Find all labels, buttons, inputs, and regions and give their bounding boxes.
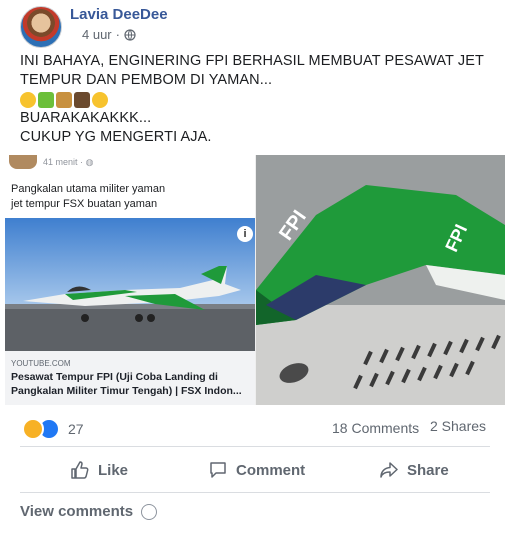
reaction-count: 27 [68, 421, 84, 437]
post-line: INI BAHAYA, ENGINERING FPI BERHASIL MEMB… [20, 53, 484, 69]
emoji-row [20, 90, 500, 109]
post-meta: 4 uur · [82, 27, 136, 42]
comments-count-link[interactable]: 18 Comments [332, 420, 419, 436]
shared-text-line: Pangkalan utama militer yaman [11, 183, 166, 195]
comment-button[interactable]: Comment [208, 458, 305, 482]
link-domain: YOUTUBE.COM [11, 359, 71, 368]
post-line: TEMPUR DAN PEMBOM DI YAMAN... [20, 72, 273, 88]
divider [20, 492, 490, 493]
divider [20, 446, 490, 447]
post-line: BUARAKAKAKKK... [20, 110, 152, 126]
link-preview[interactable]: YOUTUBE.COM Pesawat Tempur FPI (Uji Coba… [5, 351, 255, 405]
shared-text-line: jet tempur FSX buatan yaman [11, 198, 158, 210]
author-name[interactable]: Lavia DeeDee [70, 6, 168, 23]
shared-text: Pangkalan utama militer yaman jet tempur… [11, 182, 251, 212]
shared-time: 41 menit [43, 157, 78, 167]
post-body: INI BAHAYA, ENGINERING FPI BERHASIL MEMB… [20, 52, 500, 147]
bomber-photo[interactable]: FPI FPI [256, 155, 505, 405]
jet-video-thumbnail[interactable] [5, 218, 255, 351]
laughing-emoji-icon [92, 91, 108, 108]
link-title[interactable]: Pesawat Tempur FPI (Uji Coba Landing di … [11, 370, 251, 398]
laughing-emoji-icon [20, 91, 36, 108]
camel-emoji-icon [56, 91, 72, 108]
jet-illustration [5, 218, 255, 351]
loading-spinner-icon [141, 503, 158, 520]
like-button[interactable]: Like [70, 458, 128, 482]
post-line: CUKUP YG MENGERTI AJA. [20, 129, 212, 145]
share-arrow-icon [380, 462, 398, 478]
share-label: Share [407, 461, 449, 479]
post-time[interactable]: 4 uur [82, 27, 112, 42]
view-comments-label: View comments [20, 503, 134, 520]
shared-avatar [9, 155, 37, 169]
bomber-illustration: FPI FPI [256, 155, 505, 405]
author-avatar[interactable] [20, 6, 62, 48]
lizard-emoji-icon [38, 91, 54, 108]
haha-reaction-icon [22, 418, 44, 440]
comment-bubble-icon [210, 462, 226, 478]
shared-post-screenshot[interactable]: 41 menit · ◍ Pangkalan utama militer yam… [5, 155, 256, 405]
globe-icon: ◍ [85, 157, 94, 167]
eagle-emoji-icon [74, 91, 90, 108]
globe-icon [124, 28, 136, 41]
shares-count-link[interactable]: 2 Shares [430, 418, 486, 434]
comment-label: Comment [236, 461, 306, 479]
thumbs-up-icon [71, 461, 89, 479]
like-label: Like [98, 461, 129, 479]
shared-meta: 41 menit · ◍ [43, 157, 93, 168]
reaction-summary[interactable]: 27 [22, 418, 84, 440]
post-card: Lavia DeeDee 4 uur · INI BAHAYA, ENGINER… [0, 0, 517, 537]
info-icon[interactable]: i [237, 226, 253, 242]
meta-separator: · [115, 27, 120, 42]
view-comments-link[interactable]: View comments [20, 503, 158, 520]
share-button[interactable]: Share [379, 458, 449, 482]
shared-separator: · [80, 157, 84, 167]
